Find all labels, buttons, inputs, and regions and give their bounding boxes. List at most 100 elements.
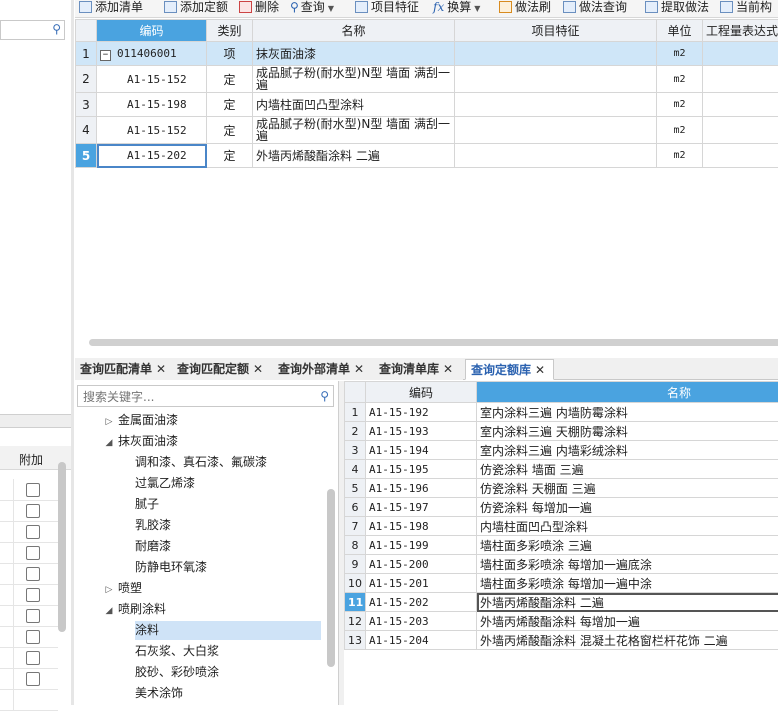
name-cell[interactable]: 仿瓷涂料 墙面 三遍 — [477, 460, 778, 479]
code-cell[interactable]: A1-15-152 — [97, 117, 207, 144]
tree-item[interactable]: 耐磨漆 — [135, 537, 171, 556]
extract-method-button[interactable]: 提取做法 — [645, 0, 709, 18]
tree-item[interactable]: 防静电环氧漆 — [135, 558, 207, 577]
column-header-code[interactable]: 编码 — [366, 382, 477, 403]
attach-checkbox[interactable] — [26, 651, 40, 665]
type-cell[interactable]: 定 — [207, 93, 253, 117]
tree-item[interactable]: 腻子 — [135, 495, 159, 514]
unit-cell[interactable]: m2 — [657, 144, 703, 168]
code-cell[interactable]: A1-15-196 — [366, 479, 477, 498]
close-icon[interactable]: ✕ — [253, 362, 263, 376]
tree-item[interactable]: 调和漆、真石漆、氟碳漆 — [135, 453, 267, 472]
attach-checkbox[interactable] — [26, 483, 40, 497]
collapse-arrow-icon[interactable]: ◢ — [103, 602, 115, 621]
expression-cell[interactable] — [703, 42, 778, 66]
unit-cell[interactable]: m2 — [657, 42, 703, 66]
code-cell[interactable]: A1-15-198 — [366, 517, 477, 536]
add-quota-button[interactable]: 添加定额 — [164, 0, 228, 18]
name-cell[interactable]: 内墙柱面凹凸型涂料 — [477, 517, 778, 536]
expression-cell[interactable] — [703, 93, 778, 117]
table-row[interactable]: 1 −011406001 项 抹灰面油漆 m2 — [76, 42, 778, 66]
table-row[interactable]: 5A1-15-196仿瓷涂料 天棚面 三遍 — [345, 479, 778, 498]
row-number[interactable]: 10 — [345, 574, 366, 593]
row-number[interactable]: 8 — [345, 536, 366, 555]
name-cell[interactable]: 仿瓷涂料 天棚面 三遍 — [477, 479, 778, 498]
collapse-arrow-icon[interactable]: ◢ — [103, 434, 115, 453]
code-cell[interactable]: A1-15-193 — [366, 422, 477, 441]
tree-item[interactable]: ◢抹灰面油漆 — [103, 432, 178, 451]
tree-item[interactable]: 乳胶漆 — [135, 516, 171, 535]
row-number[interactable]: 5 — [76, 144, 97, 168]
row-number[interactable]: 13 — [345, 631, 366, 650]
name-cell[interactable]: 成品腻子粉(耐水型)N型 墙面 满刮一遍 — [253, 66, 455, 93]
name-cell[interactable]: 室内涂料三遍 内墙彩绒涂料 — [477, 441, 778, 460]
name-cell[interactable]: 内墙柱面凹凸型涂料 — [253, 93, 455, 117]
tree-item[interactable]: ◢喷刷涂料 — [103, 600, 166, 619]
expand-arrow-icon[interactable]: ▷ — [103, 581, 115, 600]
unit-cell[interactable]: m2 — [657, 117, 703, 144]
tree-item[interactable]: 石灰浆、大白浆 — [135, 642, 219, 661]
table-row[interactable]: 5 A1-15-202 定 外墙丙烯酸酯涂料 二遍 m2 — [76, 144, 778, 168]
row-number[interactable]: 6 — [345, 498, 366, 517]
tree-vertical-scrollbar[interactable] — [327, 489, 335, 667]
tree-search-input[interactable] — [81, 389, 315, 405]
left-search-input[interactable]: ⚲ — [0, 20, 65, 40]
attach-checkbox[interactable] — [26, 672, 40, 686]
column-header-unit[interactable]: 单位 — [657, 20, 703, 42]
column-header-type[interactable]: 类别 — [207, 20, 253, 42]
unit-cell[interactable]: m2 — [657, 93, 703, 117]
name-cell[interactable]: 仿瓷涂料 每增加一遍 — [477, 498, 778, 517]
expand-arrow-icon[interactable]: ▷ — [103, 413, 115, 432]
code-cell[interactable]: −011406001 — [97, 42, 207, 66]
column-header-code[interactable]: 编码 — [97, 20, 207, 42]
name-cell[interactable]: 外墙丙烯酸酯涂料 混凝土花格窗栏杆花饰 二遍 — [477, 631, 778, 650]
name-cell[interactable]: 成品腻子粉(耐水型)N型 墙面 满刮一遍 — [253, 117, 455, 144]
current-component-button[interactable]: 当前构 — [720, 0, 772, 18]
name-cell[interactable]: 室内涂料三遍 天棚防霉涂料 — [477, 422, 778, 441]
type-cell[interactable]: 项 — [207, 42, 253, 66]
tree-item[interactable]: 美术涂饰 — [135, 684, 183, 703]
feature-cell[interactable] — [455, 93, 657, 117]
close-icon[interactable]: ✕ — [443, 362, 453, 376]
attach-checkbox[interactable] — [26, 588, 40, 602]
close-icon[interactable]: ✕ — [535, 363, 545, 377]
code-cell[interactable]: A1-15-200 — [366, 555, 477, 574]
tree-item[interactable]: ▷喷塑 — [103, 579, 142, 598]
table-row[interactable]: 1A1-15-192室内涂料三遍 内墙防霉涂料 — [345, 403, 778, 422]
row-number[interactable]: 2 — [76, 66, 97, 93]
code-cell[interactable]: A1-15-201 — [366, 574, 477, 593]
table-row[interactable]: 9A1-15-200墙柱面多彩喷涂 每增加一遍底涂 — [345, 555, 778, 574]
table-row[interactable]: 8A1-15-199墙柱面多彩喷涂 三遍 — [345, 536, 778, 555]
code-cell[interactable]: A1-15-192 — [366, 403, 477, 422]
method-search-button[interactable]: 做法查询 — [563, 0, 627, 18]
table-row[interactable]: 7A1-15-198内墙柱面凹凸型涂料 — [345, 517, 778, 536]
name-cell[interactable]: 外墙丙烯酸酯涂料 每增加一遍 — [477, 612, 778, 631]
tree-item[interactable]: ▷金属面油漆 — [103, 411, 178, 430]
code-cell[interactable]: A1-15-202 — [97, 144, 207, 168]
code-cell[interactable]: A1-15-202 — [366, 593, 477, 612]
table-row[interactable]: 2A1-15-193室内涂料三遍 天棚防霉涂料 — [345, 422, 778, 441]
feature-cell[interactable] — [455, 66, 657, 93]
code-cell[interactable]: A1-15-203 — [366, 612, 477, 631]
attach-checkbox[interactable] — [26, 546, 40, 560]
tab-query-matched-list[interactable]: 查询匹配清单✕ — [75, 359, 172, 380]
close-icon[interactable]: ✕ — [156, 362, 166, 376]
column-header-name[interactable]: 名称 — [477, 382, 778, 403]
column-header-expression[interactable]: 工程量表达式 — [703, 20, 778, 42]
row-number[interactable]: 2 — [345, 422, 366, 441]
left-vertical-scrollbar[interactable] — [58, 462, 66, 632]
expression-cell[interactable] — [703, 117, 778, 144]
expression-cell[interactable] — [703, 66, 778, 93]
name-cell[interactable]: 外墙丙烯酸酯涂料 二遍 — [253, 144, 455, 168]
column-header-feature[interactable]: 项目特征 — [455, 20, 657, 42]
close-icon[interactable]: ✕ — [354, 362, 364, 376]
table-row[interactable]: 3A1-15-194室内涂料三遍 内墙彩绒涂料 — [345, 441, 778, 460]
type-cell[interactable]: 定 — [207, 144, 253, 168]
tab-query-external-list[interactable]: 查询外部清单✕ — [273, 359, 374, 380]
row-number[interactable]: 4 — [76, 117, 97, 144]
attach-checkbox[interactable] — [26, 609, 40, 623]
name-cell[interactable]: 墙柱面多彩喷涂 三遍 — [477, 536, 778, 555]
row-number[interactable]: 4 — [345, 460, 366, 479]
attach-checkbox[interactable] — [26, 504, 40, 518]
row-number[interactable]: 3 — [76, 93, 97, 117]
